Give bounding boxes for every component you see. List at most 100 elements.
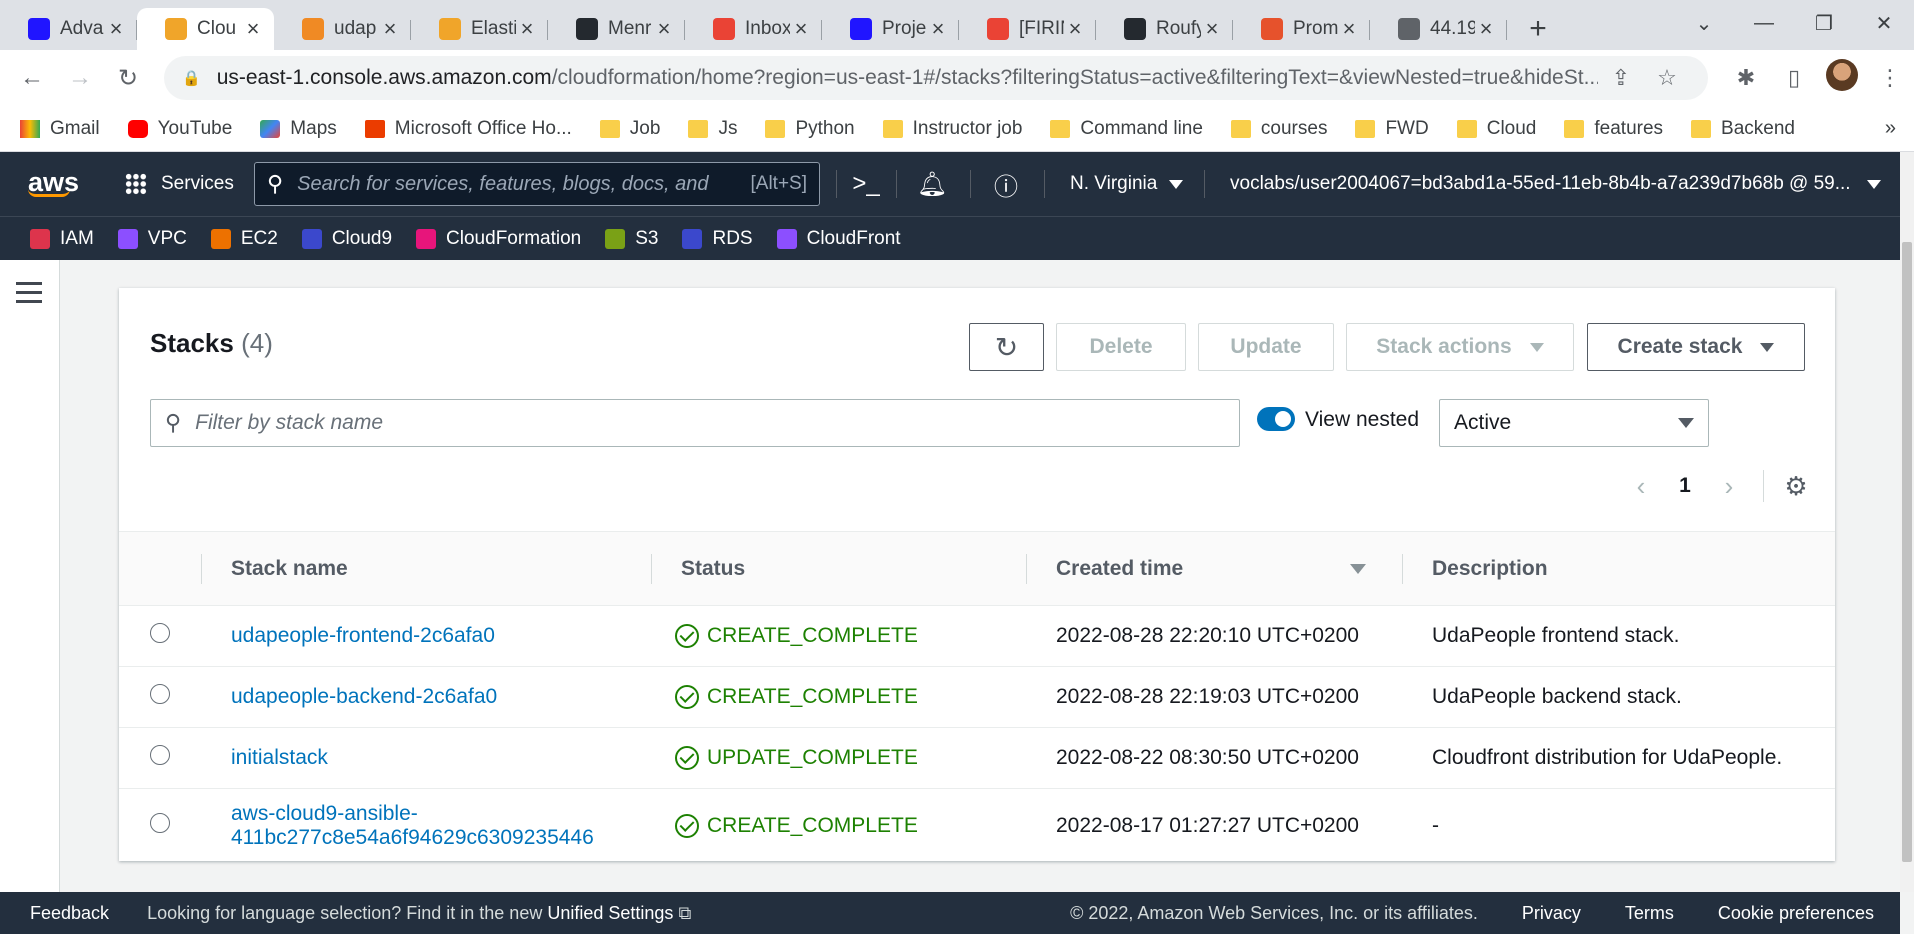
stack-name-link[interactable]: initialstack xyxy=(231,746,328,769)
previous-page-icon[interactable]: ‹ xyxy=(1619,471,1663,502)
favorite-service-rds[interactable]: RDS xyxy=(682,228,753,250)
column-header-created-time[interactable]: Created time xyxy=(1026,532,1402,606)
browser-tab[interactable]: Prom × xyxy=(1233,8,1370,50)
hamburger-menu-icon[interactable] xyxy=(16,282,42,309)
tab-search-icon[interactable]: ⌄ xyxy=(1674,11,1734,36)
filter-stack-name-input[interactable] xyxy=(195,411,1239,435)
stack-actions-button[interactable]: Stack actions xyxy=(1346,323,1574,371)
current-page-number[interactable]: 1 xyxy=(1663,474,1707,498)
close-tab-icon[interactable]: × xyxy=(242,16,264,42)
back-icon[interactable]: ← xyxy=(8,64,56,92)
create-stack-button[interactable]: Create stack xyxy=(1587,323,1805,371)
sort-descending-icon[interactable] xyxy=(1350,564,1366,574)
bookmark-item[interactable]: Js xyxy=(688,118,737,140)
favorite-service-cloudfront[interactable]: CloudFront xyxy=(776,228,901,250)
close-tab-icon[interactable]: × xyxy=(1475,16,1497,42)
share-icon[interactable]: ⇪ xyxy=(1598,65,1644,91)
browser-tab[interactable]: Menr × xyxy=(548,8,685,50)
row-radio-button[interactable] xyxy=(150,813,170,834)
cookie-preferences-link[interactable]: Cookie preferences xyxy=(1718,903,1874,924)
column-header-status[interactable]: Status xyxy=(651,532,1026,606)
services-menu-button[interactable]: Services xyxy=(125,173,234,195)
close-tab-icon[interactable]: × xyxy=(790,16,812,42)
extensions-icon[interactable]: ✱ xyxy=(1722,65,1770,91)
cloudshell-icon[interactable]: >_ xyxy=(838,152,894,216)
close-tab-icon[interactable]: × xyxy=(927,16,949,42)
row-radio-button[interactable] xyxy=(150,745,170,765)
close-tab-icon[interactable]: × xyxy=(516,16,538,42)
aws-search-input[interactable] xyxy=(297,172,743,196)
row-radio-button[interactable] xyxy=(150,684,170,704)
restore-button[interactable]: ❐ xyxy=(1794,11,1854,36)
update-button[interactable]: Update xyxy=(1198,323,1334,371)
browser-tab[interactable]: Proje × xyxy=(822,8,959,50)
browser-tab[interactable]: 44.19 × xyxy=(1370,8,1507,50)
stack-filter[interactable]: ⚲ xyxy=(150,399,1240,447)
aws-search-bar[interactable]: ⚲ [Alt+S] xyxy=(254,162,820,206)
favorite-service-iam[interactable]: IAM xyxy=(30,228,94,250)
browser-tab[interactable]: [FIRIN× xyxy=(959,8,1096,50)
table-row[interactable]: initialstack UPDATE_COMPLETE 2022-08-22 … xyxy=(119,728,1835,789)
menu-kebab-icon[interactable]: ⋮ xyxy=(1866,65,1914,91)
close-tab-icon[interactable]: × xyxy=(1338,16,1360,42)
next-page-icon[interactable]: › xyxy=(1707,471,1751,502)
feedback-link[interactable]: Feedback xyxy=(30,903,109,924)
bookmark-item[interactable]: YouTube xyxy=(127,118,232,140)
browser-tab[interactable]: Elasti × xyxy=(411,8,548,50)
bookmark-item[interactable]: courses xyxy=(1230,118,1327,140)
side-panel-icon[interactable]: ▯ xyxy=(1770,65,1818,91)
favorite-service-vpc[interactable]: VPC xyxy=(117,228,187,250)
favorite-service-s3[interactable]: S3 xyxy=(605,228,658,250)
bookmark-item[interactable]: Python xyxy=(765,118,855,140)
bookmark-item[interactable]: Instructor job xyxy=(882,118,1022,140)
browser-tab[interactable]: Adva × xyxy=(0,8,137,50)
refresh-button[interactable]: ↻ xyxy=(969,323,1044,371)
delete-button[interactable]: Delete xyxy=(1056,323,1186,371)
address-bar[interactable]: 🔒 us-east-1.console.aws.amazon.com/cloud… xyxy=(164,56,1708,100)
scrollbar-thumb[interactable] xyxy=(1902,242,1912,862)
close-tab-icon[interactable]: × xyxy=(653,16,675,42)
column-header-stack-name[interactable]: Stack name xyxy=(201,532,651,606)
browser-tab[interactable]: Inbox × xyxy=(685,8,822,50)
profile-avatar[interactable] xyxy=(1818,59,1866,97)
close-tab-icon[interactable]: × xyxy=(1201,16,1223,42)
stack-name-link[interactable]: aws-cloud9-ansible- 411bc277c8e54a6f94629… xyxy=(231,802,594,849)
notifications-bell-icon[interactable]: 🔔︎ xyxy=(904,152,960,216)
unified-settings-link[interactable]: Unified Settings xyxy=(547,903,673,923)
account-menu[interactable]: voclabs/user2004067=bd3abd1a-55ed-11eb-8… xyxy=(1230,152,1881,216)
column-header-description[interactable]: Description xyxy=(1402,532,1835,606)
bookmark-item[interactable]: Command line xyxy=(1050,118,1203,140)
help-icon[interactable]: ⓘ xyxy=(978,152,1034,216)
page-scrollbar[interactable] xyxy=(1900,152,1914,892)
stack-name-link[interactable]: udapeople-frontend-2c6afa0 xyxy=(231,624,495,647)
bookmark-item[interactable]: FWD xyxy=(1355,118,1429,140)
table-row[interactable]: udapeople-backend-2c6afa0 CREATE_COMPLET… xyxy=(119,667,1835,728)
privacy-link[interactable]: Privacy xyxy=(1522,903,1581,924)
table-row[interactable]: aws-cloud9-ansible- 411bc277c8e54a6f94629… xyxy=(119,789,1835,864)
bookmark-item[interactable]: Cloud xyxy=(1456,118,1536,140)
view-nested-toggle[interactable] xyxy=(1257,407,1295,431)
stack-name-link[interactable]: udapeople-backend-2c6afa0 xyxy=(231,685,497,708)
favorite-service-cloud9[interactable]: Cloud9 xyxy=(301,228,392,250)
bookmark-item[interactable]: Job xyxy=(599,118,660,140)
bookmark-star-icon[interactable]: ☆ xyxy=(1644,65,1690,91)
bookmark-item[interactable]: features xyxy=(1564,118,1663,140)
url-text[interactable]: us-east-1.console.aws.amazon.com/cloudfo… xyxy=(217,66,1598,90)
favorite-service-ec2[interactable]: EC2 xyxy=(210,228,278,250)
browser-tab[interactable]: Roufy × xyxy=(1096,8,1233,50)
aws-logo[interactable]: aws xyxy=(0,169,100,197)
browser-tab[interactable]: udap × xyxy=(274,8,411,50)
table-row[interactable]: udapeople-frontend-2c6afa0 CREATE_COMPLE… xyxy=(119,606,1835,667)
bookmark-item[interactable]: Maps xyxy=(260,118,337,140)
close-tab-icon[interactable]: × xyxy=(105,16,127,42)
favorite-service-cloudformation[interactable]: CloudFormation xyxy=(416,228,581,250)
bookmark-item[interactable]: Backend xyxy=(1691,118,1795,140)
close-tab-icon[interactable]: × xyxy=(1064,16,1086,42)
bookmarks-overflow-icon[interactable]: » xyxy=(1885,117,1896,140)
new-tab-button[interactable]: + xyxy=(1513,8,1563,50)
forward-icon[interactable]: → xyxy=(56,64,104,92)
minimize-button[interactable]: — xyxy=(1734,12,1794,35)
reload-icon[interactable]: ↻ xyxy=(104,64,152,93)
browser-tab[interactable]: Clou × xyxy=(137,8,274,50)
close-window-button[interactable]: ✕ xyxy=(1854,11,1914,36)
